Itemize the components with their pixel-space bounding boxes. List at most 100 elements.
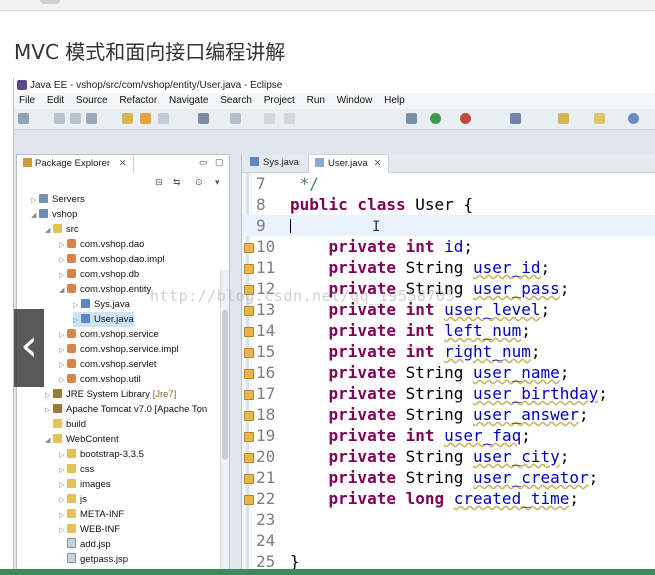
tree-item-package[interactable]: ▷ com.vshop.service.impl — [59, 342, 179, 357]
code-line[interactable]: 8 public class User { — [242, 194, 655, 215]
expand-icon[interactable]: ▷ — [59, 343, 67, 358]
collapse-all-icon[interactable]: ⊟ — [155, 177, 163, 188]
new-icon[interactable] — [18, 113, 29, 124]
run-icon[interactable] — [430, 113, 441, 124]
menu-file[interactable]: File — [19, 95, 35, 106]
tree-item-package[interactable]: ▷ com.vshop.servlet — [59, 357, 157, 372]
new-server-icon[interactable] — [510, 113, 521, 124]
save-icon[interactable] — [54, 113, 65, 124]
tree-item-folder[interactable]: ▷ js — [59, 492, 87, 507]
expand-icon[interactable]: ▷ — [45, 403, 53, 418]
menu-project[interactable]: Project — [264, 95, 295, 106]
expand-icon[interactable]: ▷ — [45, 388, 53, 403]
tree-item-jsp[interactable]: getpass.jsp — [59, 552, 128, 567]
tree-item-package[interactable]: ◢ com.vshop.entity — [59, 282, 151, 297]
external-tools-icon[interactable] — [460, 113, 471, 124]
tree-item-jsp[interactable]: add.jsp — [59, 537, 111, 552]
expand-icon[interactable]: ▷ — [59, 478, 67, 493]
tab-user-java[interactable]: User.java ✕ — [308, 154, 389, 173]
focus-icon[interactable]: ⊙ — [195, 177, 203, 188]
collapse-icon[interactable]: ◢ — [45, 223, 53, 238]
code-line[interactable]: 24 — [242, 530, 655, 551]
expand-icon[interactable]: ▷ — [59, 238, 67, 253]
expand-icon[interactable]: ▷ — [59, 448, 67, 463]
code-line[interactable]: 23 — [242, 509, 655, 530]
menu-refactor[interactable]: Refactor — [119, 95, 157, 106]
tree-item-package[interactable]: ▷ com.vshop.service — [59, 327, 159, 342]
expand-icon[interactable]: ▷ — [59, 463, 67, 478]
tree-item-folder[interactable]: ▷ images — [59, 477, 111, 492]
code-line[interactable]: 20 private String user_city; — [242, 446, 655, 467]
forward-icon[interactable] — [284, 113, 295, 124]
tab-sys-java[interactable]: Sys.java — [244, 154, 305, 172]
debug-icon[interactable] — [406, 113, 417, 124]
save-all-icon[interactable] — [70, 113, 81, 124]
code-line[interactable]: 19 private int user_faq; — [242, 425, 655, 446]
expand-icon[interactable]: ▷ — [31, 193, 39, 208]
code-line[interactable]: 18 private String user_answer; — [242, 404, 655, 425]
collapse-icon[interactable]: ◢ — [59, 283, 67, 298]
expand-icon[interactable]: ▷ — [59, 328, 67, 343]
mark-icon[interactable] — [198, 113, 209, 124]
menu-window[interactable]: Window — [337, 95, 373, 106]
tree-item-folder[interactable]: build — [45, 417, 86, 432]
menu-source[interactable]: Source — [76, 95, 108, 106]
code-line[interactable]: 14 private int left_num; — [242, 320, 655, 341]
tree-item-src[interactable]: ◢ src — [45, 222, 79, 237]
expand-icon[interactable]: ▷ — [59, 373, 67, 388]
code-line[interactable]: 17 private String user_birthday; — [242, 383, 655, 404]
print-icon[interactable] — [86, 113, 97, 124]
tree-item-servers[interactable]: ▷ Servers — [31, 192, 85, 207]
tree-item-java-file-selected[interactable]: ▷ User.java — [73, 312, 134, 327]
code-line[interactable]: 21 private String user_creator; — [242, 467, 655, 488]
code-line[interactable]: 7 */ — [242, 173, 655, 194]
close-icon[interactable]: ✕ — [374, 158, 382, 169]
tree-scrollbar[interactable] — [220, 270, 229, 570]
minimize-icon[interactable]: ▭ — [199, 157, 208, 168]
code-line-current[interactable]: 9I — [242, 215, 655, 236]
expand-icon[interactable]: ▷ — [59, 358, 67, 373]
tree-item-package[interactable]: ▷ com.vshop.db — [59, 267, 139, 282]
code-line[interactable]: 22 private long created_time; — [242, 488, 655, 509]
expand-icon[interactable]: ▷ — [59, 508, 67, 523]
tree-item-java-file[interactable]: ▷ Sys.java — [73, 297, 130, 312]
toggle-icon[interactable] — [158, 113, 169, 124]
tree-item-package[interactable]: ▷ com.vshop.util — [59, 372, 141, 387]
expand-icon[interactable]: ▷ — [59, 523, 67, 538]
tree-item-folder[interactable]: ▷ bootstrap-3.3.5 — [59, 447, 144, 462]
task-icon[interactable] — [230, 113, 241, 124]
tree-item-folder[interactable]: ▷ css — [59, 462, 94, 477]
code-line[interactable]: 11 private String user_id; — [242, 257, 655, 278]
scrollbar-thumb[interactable] — [222, 310, 228, 460]
tree-item-library[interactable]: ▷ JRE System Library [Jre7] — [45, 387, 176, 402]
link-with-editor-icon[interactable]: ⇆ — [173, 177, 181, 188]
code-line[interactable]: 15 private int right_num; — [242, 341, 655, 362]
build-icon[interactable] — [594, 113, 605, 124]
expand-icon[interactable]: ▷ — [73, 313, 81, 328]
code-line[interactable]: 16 private String user_name; — [242, 362, 655, 383]
tree-item-folder[interactable]: ◢ WebContent — [45, 432, 119, 447]
collapse-icon[interactable]: ◢ — [45, 433, 53, 448]
tree-item-folder[interactable]: ▷ WEB-INF — [59, 522, 120, 537]
tree-item-package[interactable]: ▷ com.vshop.dao.impl — [59, 252, 164, 267]
menu-search[interactable]: Search — [220, 95, 252, 106]
collapse-icon[interactable]: ◢ — [31, 208, 39, 223]
tree-item-vshop[interactable]: ◢ vshop — [31, 207, 77, 222]
highlight-icon[interactable] — [140, 113, 151, 124]
carousel-prev-button[interactable]: ‹ — [14, 309, 44, 387]
view-menu-chevron-down-icon[interactable]: ▾ — [215, 177, 220, 188]
tree-item-library[interactable]: ▷ Apache Tomcat v7.0 [Apache Ton — [45, 402, 207, 417]
expand-icon[interactable]: ▷ — [73, 298, 81, 313]
menu-edit[interactable]: Edit — [47, 95, 64, 106]
tree-item-folder[interactable]: ▷ META-INF — [59, 507, 124, 522]
expand-icon[interactable]: ▷ — [59, 493, 67, 508]
open-folder-icon[interactable] — [558, 113, 569, 124]
close-icon[interactable]: ✕ — [119, 158, 127, 169]
back-icon[interactable] — [264, 113, 275, 124]
expand-icon[interactable]: ▷ — [59, 268, 67, 283]
menu-help[interactable]: Help — [384, 95, 405, 106]
perspective-icon[interactable] — [628, 113, 639, 124]
expand-icon[interactable]: ▷ — [59, 253, 67, 268]
tab-package-explorer[interactable]: Package Explorer ✕ — [17, 155, 134, 172]
menu-run[interactable]: Run — [307, 95, 325, 106]
